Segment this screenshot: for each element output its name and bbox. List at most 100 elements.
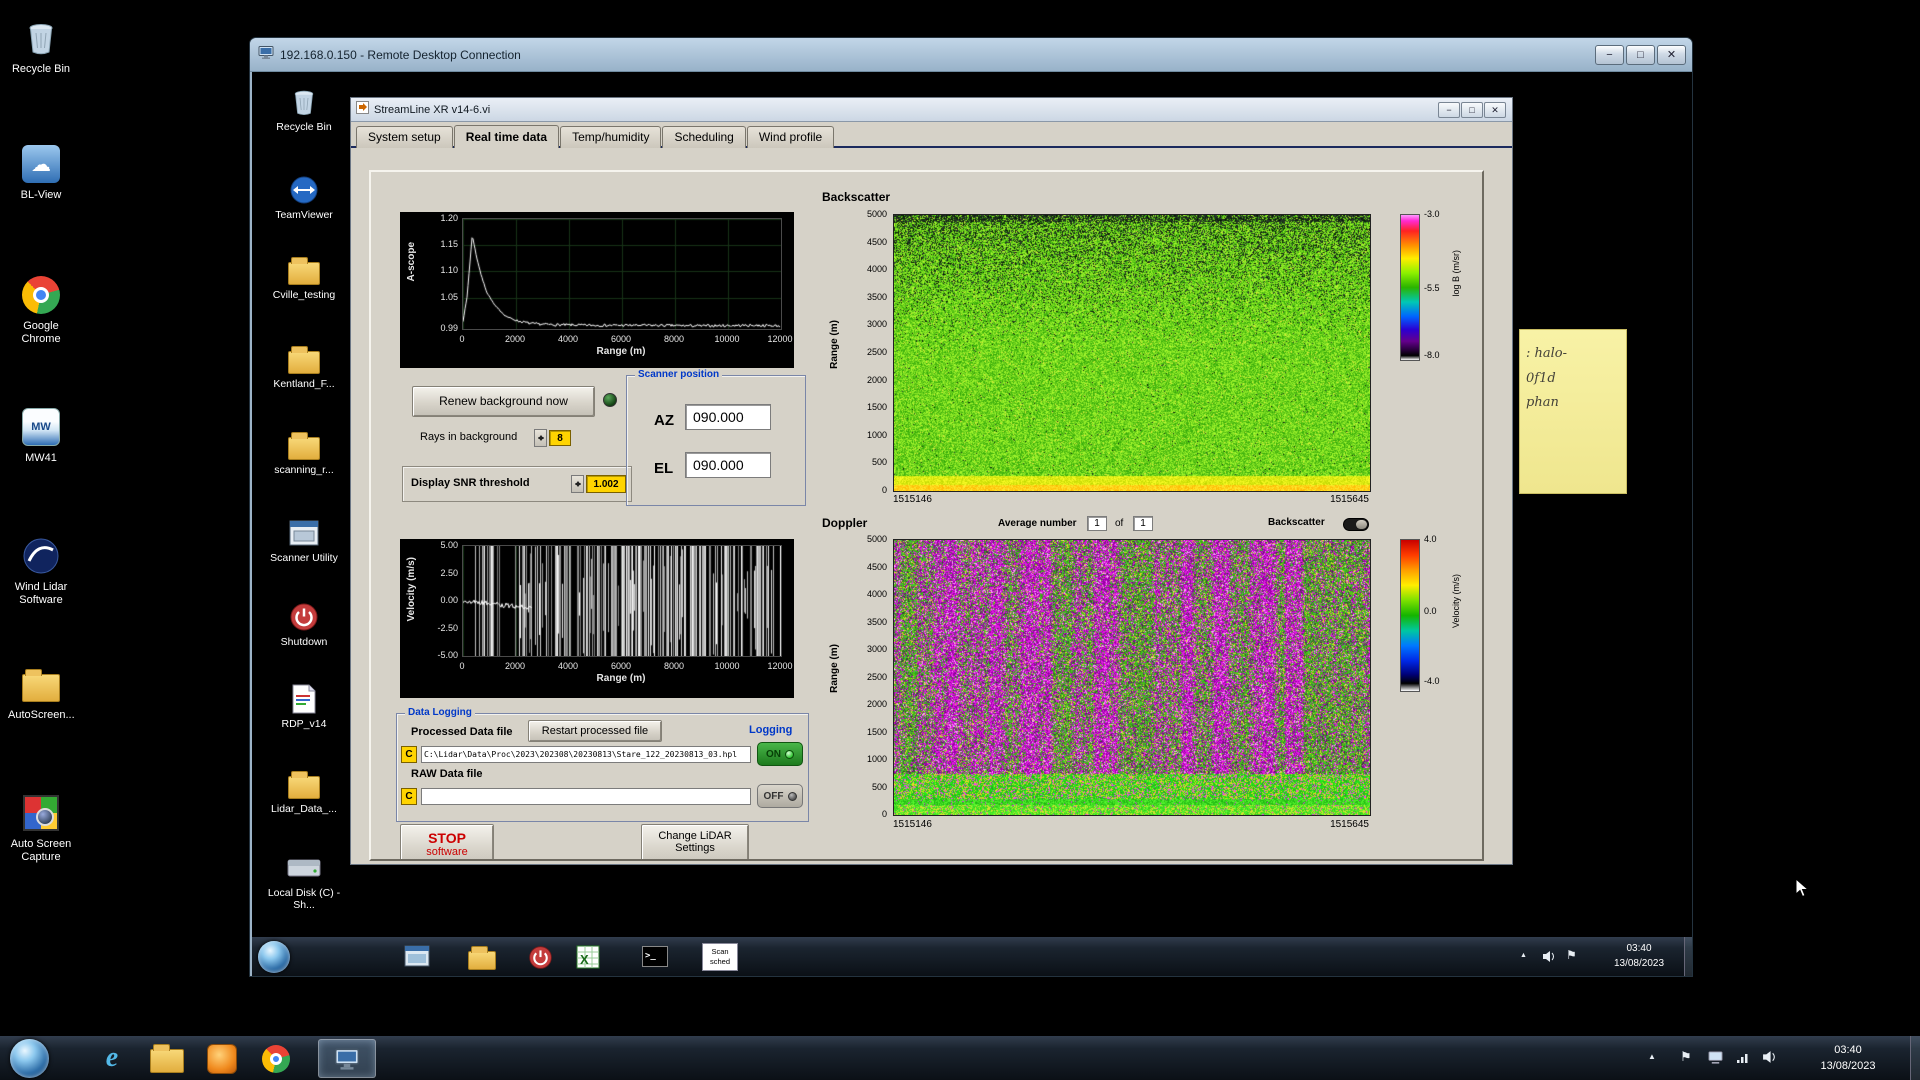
screen-capture-icon [8,790,74,836]
tick-label: 4.0 [1424,534,1437,544]
sticky-note[interactable]: : halo- 0f1d phan [1519,329,1627,494]
tab-temp-humidity[interactable]: Temp/humidity [560,126,662,148]
raw-logging-toggle[interactable]: OFF [757,784,803,808]
desktop-icon-recycle-bin[interactable]: Recycle Bin [8,15,74,76]
internet-explorer-icon[interactable]: e [95,1041,129,1075]
folder-icon[interactable] [468,946,496,970]
average-number-field[interactable]: 1 [1087,516,1107,531]
ascope-y-axis-label: A-scope [406,242,417,282]
labview-titlebar[interactable]: StreamLine XR v14-6.vi − □ ✕ [351,98,1512,122]
spreadsheet-icon[interactable]: X [576,945,600,969]
renew-background-button[interactable]: Renew background now [412,386,595,417]
rdp-icon-teamviewer[interactable]: TeamViewer [266,172,342,222]
backscatter-x-start: 1515146 [893,494,932,505]
labview-close-button[interactable]: ✕ [1484,102,1506,118]
raw-drive-box[interactable]: C [401,788,417,805]
host-taskbar-clock[interactable]: 03:40 13/08/2023 [1798,1043,1898,1075]
processed-path-field[interactable]: C:\Lidar\Data\Proc\2023\202308\20230813\… [421,746,751,763]
tick-label: 12000 [767,661,793,671]
rdp-start-button[interactable] [258,941,290,973]
tab-scheduling[interactable]: Scheduling [662,126,746,148]
orange-app-icon[interactable] [207,1044,237,1074]
terminal-icon[interactable]: >_ [642,946,668,967]
tick-label: -2.50 [437,622,458,633]
scanner-utility-icon [266,515,342,551]
rdp-icon-scanning[interactable]: scanning_r... [266,427,342,477]
tab-wind-profile[interactable]: Wind profile [746,126,835,148]
rdp-icon-rdp-v14[interactable]: RDP_v14 [266,681,342,731]
backscatter-toggle[interactable] [1343,518,1369,531]
tick-label: 4000 [557,334,579,344]
network-icon[interactable] [1736,1051,1751,1064]
rdp-icon-shutdown[interactable]: Shutdown [266,599,342,649]
start-button[interactable] [10,1039,49,1078]
raw-path-field[interactable] [421,788,751,805]
host-taskbar: e ▲ ⚑ 03:40 13/08/2023 [0,1035,1920,1080]
processed-logging-toggle[interactable]: ON [757,742,803,766]
action-center-flag-icon[interactable]: ⚑ [1566,949,1577,961]
rdp-icon-kentland[interactable]: Kentland_F... [266,341,342,391]
front-panel-frame: A-scope Range (m) 1.20 1.15 1.10 1.05 0.99 0 2… [369,170,1484,861]
desktop-icon-wind-lidar[interactable]: Wind Lidar Software [8,533,74,606]
el-field[interactable]: 090.000 [685,452,771,478]
show-desktop-button[interactable] [1684,937,1692,976]
logging-label: Logging [749,724,793,736]
rdp-close-button[interactable]: ✕ [1657,45,1686,65]
stop-software-button[interactable]: STOP software [400,824,494,859]
tick-label: -3.0 [1424,209,1440,219]
rdp-icon-recycle-bin[interactable]: Recycle Bin [266,84,342,134]
snr-value-field[interactable]: 1.002 [586,475,626,493]
chevron-up-icon[interactable]: ▲ [1648,1053,1656,1061]
desktop-icon-label: Shutdown [280,636,328,648]
desktop-icon-auto-screen-capture[interactable]: Auto Screen Capture [8,790,74,863]
volume-icon[interactable] [1762,1050,1777,1064]
desktop-icon-label: Recycle Bin [11,63,71,75]
rdp-icon-cville-testing[interactable]: Cville_testing [266,252,342,302]
labview-app-icon [356,100,369,119]
desktop-icon-bl-view[interactable]: ☁ BL-View [8,141,74,202]
action-center-flag-icon[interactable]: ⚑ [1680,1050,1692,1063]
desktop-icon-label: MW41 [25,452,57,464]
snr-stepper[interactable] [571,475,584,493]
rdp-icon-scanner-utility[interactable]: Scanner Utility [266,515,342,565]
tick-label: 5000 [866,209,887,219]
shutdown-icon[interactable] [528,945,553,970]
chrome-icon[interactable] [262,1045,290,1073]
tick-label: 4500 [866,561,887,572]
restart-processed-file-button[interactable]: Restart processed file [528,720,662,742]
desktop-icon-google-chrome[interactable]: Google Chrome [8,272,74,345]
tick-label: -5.00 [437,650,458,660]
ascope-graph: A-scope Range (m) 1.20 1.15 1.10 1.05 0.99 0 2… [400,212,794,368]
rdp-session-icon[interactable] [1708,1051,1723,1064]
rdp-titlebar[interactable]: 192.168.0.150 - Remote Desktop Connectio… [250,38,1692,72]
rdp-taskbar-button[interactable] [318,1039,376,1078]
desktop-icon-label: TeamViewer [275,209,333,221]
rdp-icon-local-disk-c[interactable]: Local Disk (C) - Sh... [266,850,342,912]
doppler-title: Doppler [822,516,868,530]
az-field[interactable]: 090.000 [685,404,771,430]
tick-label: 1.20 [440,213,458,223]
desktop-icon-autoscreen[interactable]: AutoScreen... [8,661,75,722]
labview-minimize-button[interactable]: − [1438,102,1460,118]
desktop-icon-mw41[interactable]: MW MW41 [8,404,74,465]
change-lidar-settings-button[interactable]: Change LiDAR Settings [641,824,749,859]
rays-value-field[interactable]: 8 [549,430,571,446]
volume-icon[interactable] [1542,950,1556,963]
labview-maximize-button[interactable]: □ [1461,102,1483,118]
rdp-minimize-button[interactable]: − [1595,45,1624,65]
rdp-icon-lidar-data[interactable]: Lidar_Data_... [266,766,342,816]
processed-drive-box[interactable]: C [401,746,417,763]
chevron-up-icon[interactable]: ▲ [1520,952,1527,959]
average-count-field[interactable]: 1 [1133,516,1153,531]
explorer-folder-icon[interactable] [150,1044,184,1073]
desktop-icon-label: Local Disk (C) - Sh... [267,887,341,911]
rays-stepper[interactable] [534,429,547,447]
tab-system-setup[interactable]: System setup [356,126,453,148]
desktop-icon-label: BL-View [20,189,62,201]
scan-sched-icon[interactable]: Scan sched [702,943,738,971]
window-app-icon[interactable] [404,945,430,967]
rdp-taskbar-clock[interactable]: 03:40 13/08/2023 [1598,942,1680,971]
tab-real-time-data[interactable]: Real time data [453,125,560,148]
rdp-maximize-button[interactable]: □ [1626,45,1655,65]
show-desktop-button[interactable] [1910,1036,1920,1080]
